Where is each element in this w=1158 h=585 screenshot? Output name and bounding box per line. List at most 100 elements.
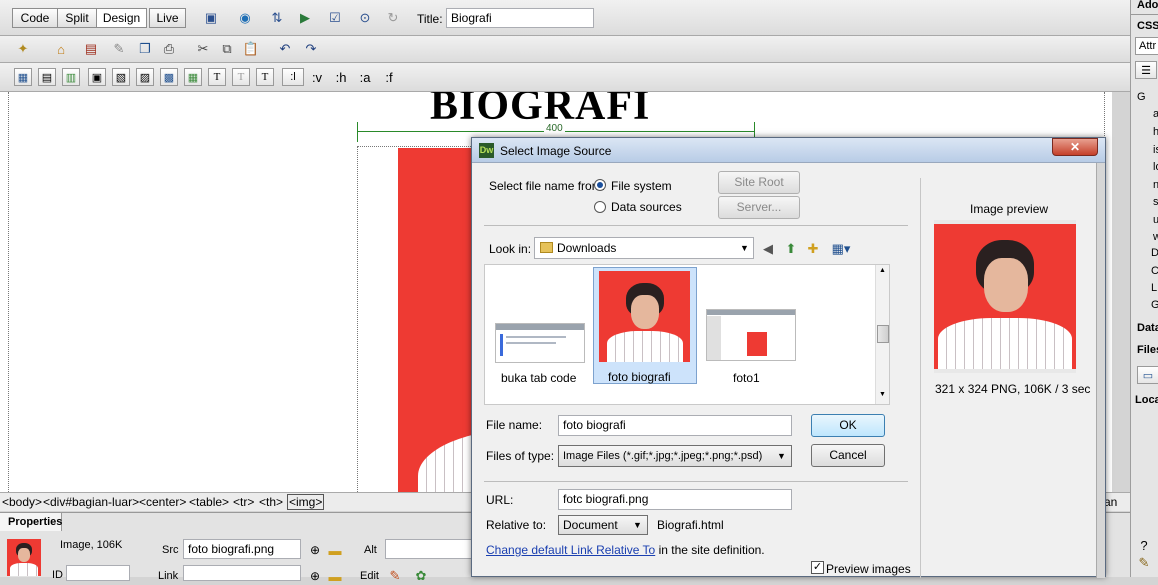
standard-view-icon[interactable]: ▦: [14, 68, 32, 86]
group-row-d[interactable]: D: [1151, 245, 1158, 261]
split-view-button[interactable]: Split: [57, 8, 97, 28]
ok-button[interactable]: OK: [811, 414, 885, 437]
scroll-thumb[interactable]: [877, 325, 889, 343]
attr-row-is[interactable]: is: [1153, 142, 1158, 158]
visual-aids-icon[interactable]: ▶: [296, 9, 314, 27]
browse-folder-icon[interactable]: ▬: [326, 541, 344, 559]
format-f-button[interactable]: :f: [378, 68, 400, 86]
text-icon-3[interactable]: T: [256, 68, 274, 86]
edit-optimize-icon[interactable]: ✿: [412, 567, 430, 585]
code-view-button[interactable]: Code: [12, 8, 58, 28]
layout-icon-1[interactable]: ▤: [38, 68, 56, 86]
paste-icon[interactable]: 📋: [242, 40, 260, 58]
tag-center[interactable]: <center>: [139, 493, 186, 511]
dialog-scrollbar[interactable]: [1096, 163, 1105, 578]
data-sources-radio[interactable]: [594, 201, 606, 213]
view-menu-icon[interactable]: ▦▾: [828, 240, 854, 258]
attr-row-u[interactable]: u: [1153, 212, 1158, 228]
multiscreen-icon[interactable]: ▣: [202, 9, 220, 27]
change-link-relative-link[interactable]: Change default Link Relative To: [486, 543, 655, 557]
help-icon[interactable]: ?: [1135, 536, 1153, 554]
bridge-icon[interactable]: ▤: [82, 40, 100, 58]
redo-icon[interactable]: ↷: [302, 40, 320, 58]
text-icon-1[interactable]: T: [208, 68, 226, 86]
file-item[interactable]: buka tab code: [487, 267, 589, 399]
attr-row-w[interactable]: w: [1153, 229, 1158, 245]
url-input[interactable]: fotc biografi.png: [558, 489, 792, 510]
layout-icon-3[interactable]: ▣: [88, 68, 106, 86]
tag-div[interactable]: <div#bagian-luar>: [43, 493, 139, 511]
preview-images-checkbox[interactable]: ✓: [811, 561, 824, 574]
attr-row-n[interactable]: n: [1153, 177, 1158, 193]
live-view-button[interactable]: Live: [149, 8, 186, 28]
cancel-button[interactable]: Cancel: [811, 444, 885, 467]
id-input[interactable]: [66, 565, 130, 581]
site-root-button[interactable]: Site Root: [718, 171, 800, 194]
properties-tab[interactable]: Properties: [0, 513, 62, 531]
point-to-file-icon[interactable]: ⊕: [306, 541, 324, 559]
tree-group-g[interactable]: G: [1137, 89, 1146, 105]
new-document-icon[interactable]: ✦: [14, 40, 32, 58]
close-button[interactable]: ✕: [1052, 138, 1098, 156]
file-list[interactable]: buka tab code foto biografi foto1: [484, 264, 890, 405]
format-h-button[interactable]: :h: [330, 68, 352, 86]
copy-icon[interactable]: ⧉: [218, 40, 236, 58]
css-tab[interactable]: CSS: [1137, 18, 1158, 34]
layout-icon-2[interactable]: ▥: [62, 68, 80, 86]
back-icon[interactable]: ◀: [759, 240, 777, 258]
format-l-button[interactable]: :l: [282, 68, 304, 86]
duplicate-icon[interactable]: ❐: [136, 40, 154, 58]
tag-tr[interactable]: <tr>: [233, 493, 254, 511]
tag-table[interactable]: <table>: [189, 493, 229, 511]
attr-row-lo[interactable]: lo: [1153, 159, 1158, 175]
tag-th[interactable]: <th>: [259, 493, 283, 511]
validate-icon[interactable]: ☑: [326, 9, 344, 27]
layout-icon-6[interactable]: ▩: [160, 68, 178, 86]
edit-pencil-icon[interactable]: ✎: [386, 567, 404, 585]
file-system-radio[interactable]: [594, 179, 606, 191]
attributes-tab[interactable]: Attr: [1139, 38, 1156, 54]
new-folder-icon[interactable]: ✚: [804, 240, 822, 258]
files-view-icon[interactable]: ▭: [1137, 366, 1158, 384]
files-tab[interactable]: Files: [1137, 342, 1158, 358]
text-icon-2[interactable]: T: [232, 68, 250, 86]
cut-icon[interactable]: ✂: [194, 40, 212, 58]
attr-row-st[interactable]: st: [1153, 194, 1158, 210]
refresh-icon[interactable]: ↻: [384, 9, 402, 27]
layout-icon-5[interactable]: ▨: [136, 68, 154, 86]
format-a-button[interactable]: :a: [354, 68, 376, 86]
link-point-icon[interactable]: ⊕: [306, 567, 324, 585]
tag-body[interactable]: <body>: [2, 493, 42, 511]
page-title-input[interactable]: Biografi: [446, 8, 594, 28]
link-folder-icon[interactable]: ▬: [326, 567, 344, 585]
src-input[interactable]: foto biografi.png: [183, 539, 301, 559]
layout-icon-7[interactable]: ▦: [184, 68, 202, 86]
layout-icon-4[interactable]: ▧: [112, 68, 130, 86]
edit-page-icon[interactable]: ✎: [110, 40, 128, 58]
group-row-g[interactable]: G: [1151, 297, 1158, 313]
files-of-type-select[interactable]: Image Files (*.gif;*.jpg;*.jpeg;*.png;*.…: [558, 445, 792, 467]
file-management-icon[interactable]: ⇅: [268, 9, 286, 27]
server-button[interactable]: Server...: [718, 196, 800, 219]
file-item-selected[interactable]: foto biografi: [593, 267, 697, 384]
adobe-tab[interactable]: Ado: [1137, 0, 1158, 13]
local-tab[interactable]: Loca: [1135, 392, 1158, 408]
tag-img[interactable]: <img>: [287, 494, 325, 510]
data-tab[interactable]: Data: [1137, 320, 1158, 336]
check-browser-icon[interactable]: ⊙: [356, 9, 374, 27]
group-row-l[interactable]: L: [1151, 280, 1157, 296]
design-view-button[interactable]: Design: [96, 8, 147, 28]
attr-view-icon[interactable]: ☰: [1135, 61, 1157, 79]
preview-browser-icon[interactable]: ◉: [236, 9, 254, 27]
look-in-select[interactable]: Downloads ▼: [534, 237, 754, 259]
format-v-button[interactable]: :v: [306, 68, 328, 86]
file-item[interactable]: foto1: [701, 267, 803, 399]
print-icon[interactable]: ⎙: [160, 40, 178, 58]
home-icon[interactable]: ⌂: [52, 40, 70, 58]
up-folder-icon[interactable]: ⬆: [782, 240, 800, 258]
link-input[interactable]: [183, 565, 301, 581]
file-list-scrollbar[interactable]: ▲ ▼: [875, 265, 889, 404]
file-name-input[interactable]: foto biografi: [558, 415, 792, 436]
attr-row-a[interactable]: a: [1153, 106, 1158, 122]
attr-row-h[interactable]: h: [1153, 124, 1158, 140]
